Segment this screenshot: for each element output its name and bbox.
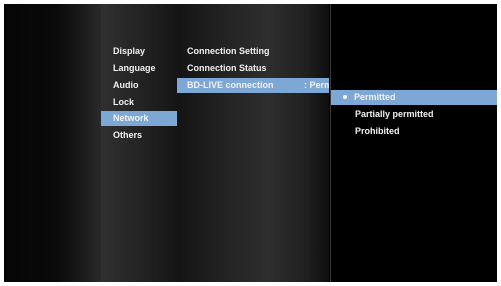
category-item-audio[interactable]: Audio <box>113 78 177 93</box>
option-permitted[interactable]: Permitted <box>331 90 497 105</box>
left-panel <box>4 4 101 282</box>
category-item-lock[interactable]: Lock <box>113 95 177 110</box>
category-item-others[interactable]: Others <box>113 128 177 143</box>
submenu-item-connection-status[interactable]: Connection Status <box>187 61 329 76</box>
bd-live-label: BD-LIVE connection <box>187 80 274 90</box>
category-item-language[interactable]: Language <box>113 61 177 76</box>
category-item-network[interactable]: Network <box>101 111 177 126</box>
bd-live-value: : Perm <box>304 80 329 90</box>
selected-bullet-icon <box>343 94 347 99</box>
option-prohibited[interactable]: Prohibited <box>355 124 495 139</box>
category-item-display[interactable]: Display <box>113 44 177 59</box>
option-partially-permitted[interactable]: Partially permitted <box>355 107 495 122</box>
bd-live-options-popup: Permitted Partially permitted Prohibited <box>330 4 497 282</box>
submenu-item-connection-setting[interactable]: Connection Setting <box>187 44 329 59</box>
category-menu: Display Language Audio Lock Network Othe… <box>101 4 177 282</box>
submenu-item-bd-live-connection[interactable]: BD-LIVE connection : Perm <box>177 78 329 93</box>
option-permitted-label: Permitted <box>354 92 396 102</box>
network-submenu: Connection Setting Connection Status BD-… <box>177 4 329 282</box>
tv-screen: Display Language Audio Lock Network Othe… <box>4 4 497 282</box>
